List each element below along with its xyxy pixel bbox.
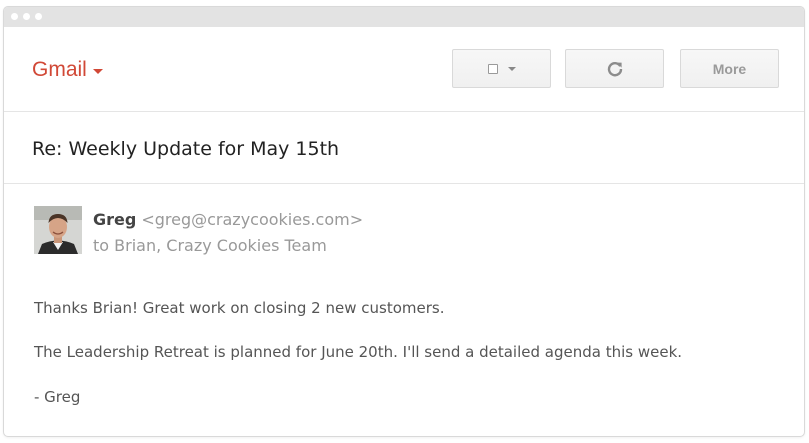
email-signature: - Greg — [34, 388, 81, 406]
more-button-label: More — [712, 60, 747, 77]
app-header: Gmail More — [4, 27, 804, 112]
recipients: to Brian, Crazy Cookies Team — [93, 236, 327, 255]
more-button[interactable]: More — [680, 49, 779, 88]
refresh-button[interactable] — [565, 49, 664, 88]
chevron-down-icon — [507, 66, 516, 71]
email-window: Gmail More Re: Weekly Update for May 15t… — [3, 6, 805, 437]
email-body-paragraph: The Leadership Retreat is planned for Ju… — [34, 343, 683, 361]
email-body-paragraph: Thanks Brian! Great work on closing 2 ne… — [34, 299, 445, 317]
avatar[interactable] — [34, 206, 82, 254]
checkbox-icon — [487, 63, 498, 74]
select-button[interactable] — [452, 49, 551, 88]
window-dot-icon — [11, 13, 18, 20]
sender-email[interactable]: <greg@crazycookies.com> — [141, 210, 363, 229]
window-dot-icon — [35, 13, 42, 20]
window-dot-icon — [23, 13, 30, 20]
refresh-icon — [607, 61, 622, 76]
gmail-label: Gmail — [32, 58, 87, 81]
window-titlebar — [4, 7, 804, 27]
gmail-menu[interactable]: Gmail — [32, 58, 103, 82]
email-subject: Re: Weekly Update for May 15th — [32, 138, 340, 160]
subject-row: Re: Weekly Update for May 15th — [4, 112, 804, 184]
avatar-photo-icon — [34, 206, 82, 254]
sender-name[interactable]: Greg — [93, 210, 136, 229]
caret-down-icon — [92, 69, 103, 74]
sender-line: Greg <greg@crazycookies.com> — [93, 210, 363, 229]
